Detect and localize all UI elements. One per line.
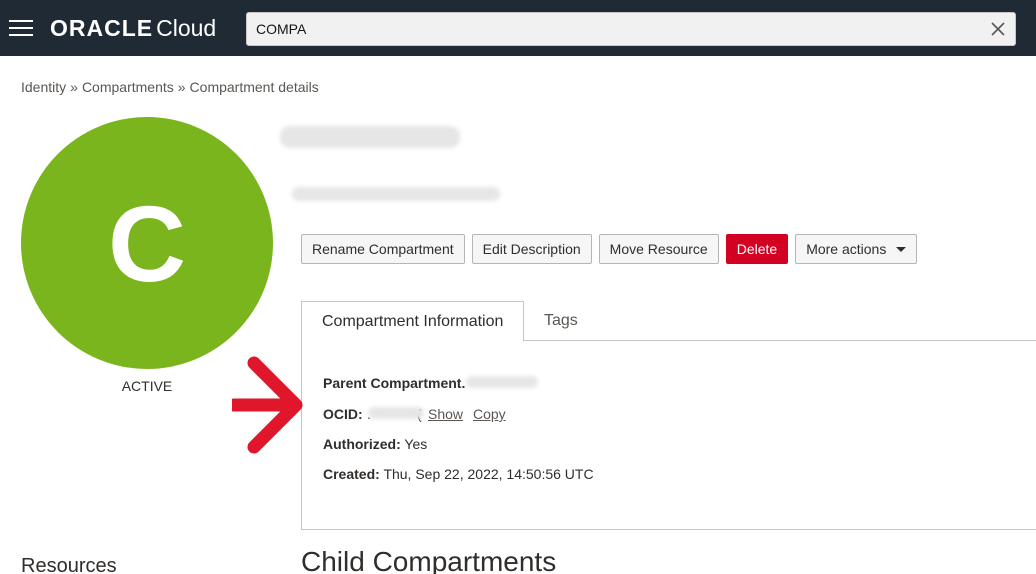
- action-toolbar: Rename Compartment Edit Description Move…: [301, 234, 918, 264]
- copy-ocid-link[interactable]: Copy: [473, 406, 506, 422]
- more-actions-label: More actions: [806, 241, 887, 257]
- authorized-value: Yes: [404, 436, 428, 452]
- compartment-avatar: C: [21, 117, 273, 369]
- edit-description-button[interactable]: Edit Description: [471, 234, 592, 264]
- red-arrow-annotation-icon: [232, 356, 303, 454]
- caret-down-icon: [896, 246, 907, 252]
- tab-bar: Compartment Information Tags: [301, 301, 1036, 342]
- brand-oracle: ORACLE: [50, 15, 154, 41]
- oracle-cloud-logo[interactable]: ORACLE Cloud: [50, 14, 216, 42]
- compartment-information-panel: Parent Compartment. OCID: . ( Show Copy …: [301, 340, 1036, 530]
- breadcrumb-separator: »: [70, 79, 78, 95]
- ocid-label: OCID:: [323, 406, 363, 422]
- child-compartments-heading: Child Compartments: [301, 546, 557, 574]
- redacted-description: [292, 187, 500, 201]
- more-actions-button[interactable]: More actions: [795, 234, 918, 264]
- created-value: Thu, Sep 22, 2022, 14:50:56 UTC: [383, 466, 594, 482]
- authorized-row: Authorized: Yes: [323, 436, 427, 452]
- breadcrumb-compartments[interactable]: Compartments: [82, 79, 174, 95]
- created-label: Created:: [323, 466, 380, 482]
- search-box: [246, 12, 1016, 46]
- parent-compartment-label: Parent Compartment.: [323, 375, 466, 391]
- show-ocid-link[interactable]: Show: [428, 406, 463, 422]
- breadcrumb-separator: »: [177, 79, 186, 95]
- menu-icon[interactable]: [9, 19, 33, 37]
- redacted-compartment-name: [280, 126, 460, 148]
- rename-compartment-button[interactable]: Rename Compartment: [301, 234, 465, 264]
- top-navigation-bar: ORACLE Cloud: [0, 0, 1036, 56]
- search-input[interactable]: [247, 13, 977, 45]
- move-resource-button[interactable]: Move Resource: [598, 234, 719, 264]
- tab-tags[interactable]: Tags: [544, 301, 578, 341]
- breadcrumb-identity[interactable]: Identity: [21, 79, 66, 95]
- tab-compartment-information[interactable]: Compartment Information: [301, 301, 524, 342]
- ocid-row: OCID: . ( Show Copy: [323, 406, 506, 422]
- parent-compartment-row: Parent Compartment.: [323, 375, 465, 391]
- resources-heading: Resources: [21, 555, 117, 574]
- breadcrumb: Identity» Compartments» Compartment detail…: [21, 79, 319, 95]
- breadcrumb-current: Compartment details: [189, 79, 319, 95]
- created-row: Created: Thu, Sep 22, 2022, 14:50:56 UTC: [323, 466, 594, 482]
- authorized-label: Authorized:: [323, 436, 401, 452]
- close-icon[interactable]: [990, 21, 1006, 37]
- delete-button[interactable]: Delete: [725, 234, 789, 264]
- redacted-parent-compartment: [466, 376, 538, 388]
- brand-cloud: Cloud: [156, 15, 217, 41]
- redacted-ocid: [368, 407, 424, 419]
